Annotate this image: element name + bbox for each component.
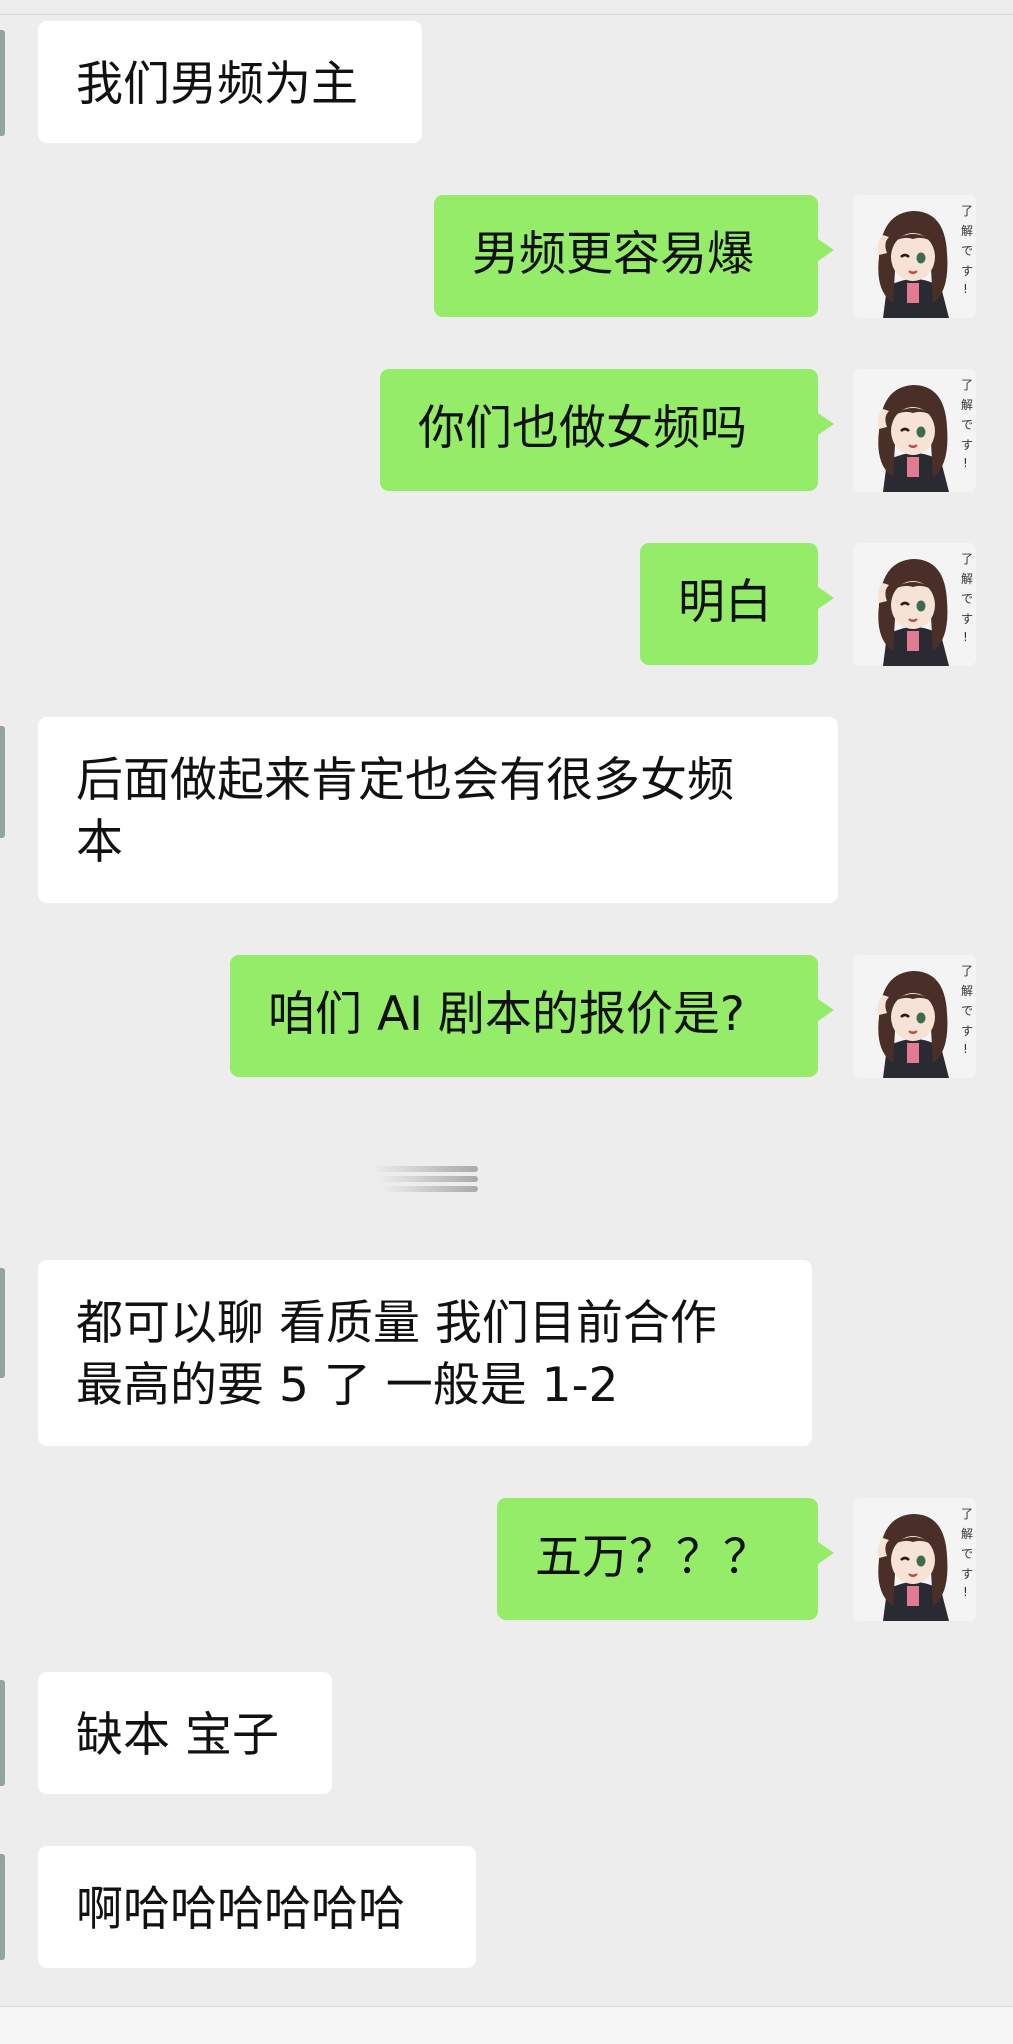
- svg-text:で: で: [961, 244, 973, 258]
- self-avatar[interactable]: 了 解 で す !: [853, 369, 976, 492]
- outgoing-message-bubble[interactable]: 咱们 AI 剧本的报价是?: [230, 955, 834, 1077]
- input-bar-edge: [0, 2006, 1013, 2044]
- svg-text:解: 解: [961, 224, 973, 238]
- svg-text:了: 了: [961, 552, 973, 566]
- contact-avatar-edge[interactable]: [0, 1680, 5, 1786]
- incoming-message-bubble[interactable]: 我们男频为主: [38, 21, 422, 143]
- self-avatar[interactable]: 了 解 で す !: [853, 195, 976, 318]
- svg-text:!: !: [963, 630, 968, 644]
- svg-text:で: で: [961, 418, 973, 432]
- anime-girl-avatar-icon: 了 解 で す !: [853, 955, 976, 1078]
- svg-text:解: 解: [961, 398, 973, 412]
- svg-text:解: 解: [961, 1527, 973, 1541]
- incoming-message-bubble[interactable]: 都可以聊 看质量 我们目前合作 最高的要 5 了 一般是 1-2: [38, 1260, 812, 1446]
- svg-text:解: 解: [961, 984, 973, 998]
- top-divider: [0, 14, 1013, 15]
- incoming-message-bubble[interactable]: 后面做起来肯定也会有很多女频 本: [38, 717, 838, 903]
- svg-text:了: 了: [961, 964, 973, 978]
- svg-text:す: す: [961, 612, 973, 626]
- anime-girl-avatar-icon: 了 解 で す !: [853, 543, 976, 666]
- svg-text:!: !: [963, 282, 968, 296]
- anime-girl-avatar-icon: 了 解 で す !: [853, 369, 976, 492]
- svg-text:解: 解: [961, 572, 973, 586]
- outgoing-message-bubble[interactable]: 男频更容易爆: [434, 195, 834, 317]
- self-avatar[interactable]: 了 解 で す !: [853, 543, 976, 666]
- contact-avatar-edge[interactable]: [0, 1268, 5, 1378]
- avatar-caption: 了: [961, 204, 973, 218]
- svg-text:!: !: [963, 456, 968, 470]
- svg-text:す: す: [961, 1024, 973, 1038]
- svg-text:了: 了: [961, 378, 973, 392]
- outgoing-message-bubble[interactable]: 明白: [640, 543, 834, 665]
- svg-text:す: す: [961, 438, 973, 452]
- svg-text:で: で: [961, 1547, 973, 1561]
- svg-text:で: で: [961, 1004, 973, 1018]
- contact-avatar-edge[interactable]: [0, 30, 5, 136]
- contact-avatar-edge[interactable]: [0, 726, 5, 838]
- anime-girl-avatar-icon: 了 解 で す !: [853, 195, 976, 318]
- svg-text:!: !: [963, 1585, 968, 1599]
- incoming-message-bubble[interactable]: 缺本 宝子: [38, 1672, 332, 1794]
- outgoing-message-bubble[interactable]: 五万？？？: [497, 1498, 834, 1620]
- incoming-message-bubble[interactable]: 啊哈哈哈哈哈哈: [38, 1846, 476, 1968]
- svg-text:す: す: [961, 264, 973, 278]
- svg-text:す: す: [961, 1567, 973, 1581]
- loading-indicator: [372, 1164, 478, 1194]
- svg-text:で: で: [961, 592, 973, 606]
- contact-avatar-edge[interactable]: [0, 1854, 5, 1960]
- svg-text:!: !: [963, 1042, 968, 1056]
- svg-text:了: 了: [961, 1507, 973, 1521]
- self-avatar[interactable]: 了 解 で す !: [853, 1498, 976, 1621]
- outgoing-message-bubble[interactable]: 你们也做女频吗: [380, 369, 834, 491]
- self-avatar[interactable]: 了 解 で す !: [853, 955, 976, 1078]
- anime-girl-avatar-icon: 了 解 で す !: [853, 1498, 976, 1621]
